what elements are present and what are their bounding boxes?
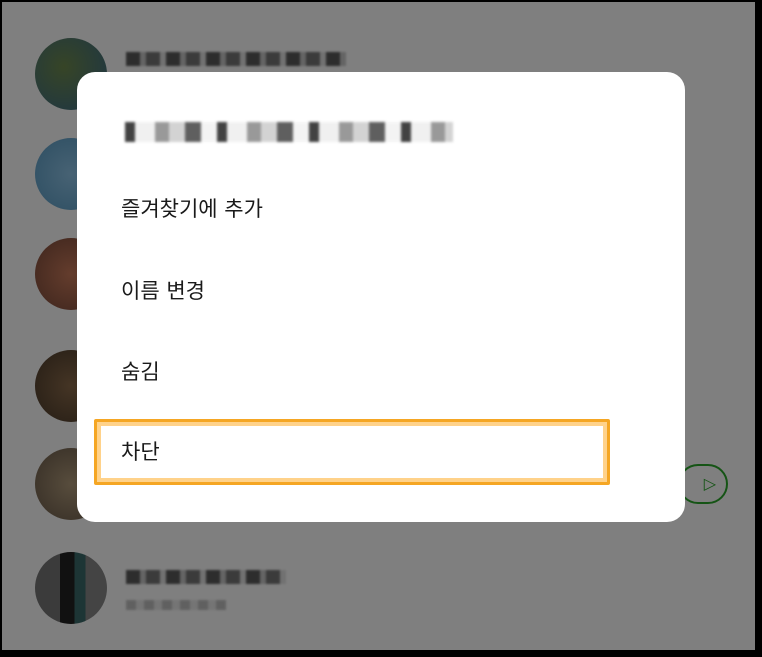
menu-item-rename[interactable]: 이름 변경 [121, 266, 641, 316]
menu-item-add-favorite[interactable]: 즐겨찾기에 추가 [121, 184, 641, 234]
menu-item-label: 즐겨찾기에 추가 [121, 197, 263, 221]
dialog-title-blurred [125, 122, 453, 142]
menu-item-hide[interactable]: 숨김 [121, 347, 641, 397]
menu-item-label: 숨김 [121, 360, 160, 384]
menu-item-block[interactable]: 차단 [121, 427, 641, 477]
friend-options-dialog: 즐겨찾기에 추가 이름 변경 숨김 차단 [77, 72, 685, 522]
menu-item-label: 이름 변경 [121, 279, 205, 303]
menu-item-label: 차단 [121, 440, 160, 464]
